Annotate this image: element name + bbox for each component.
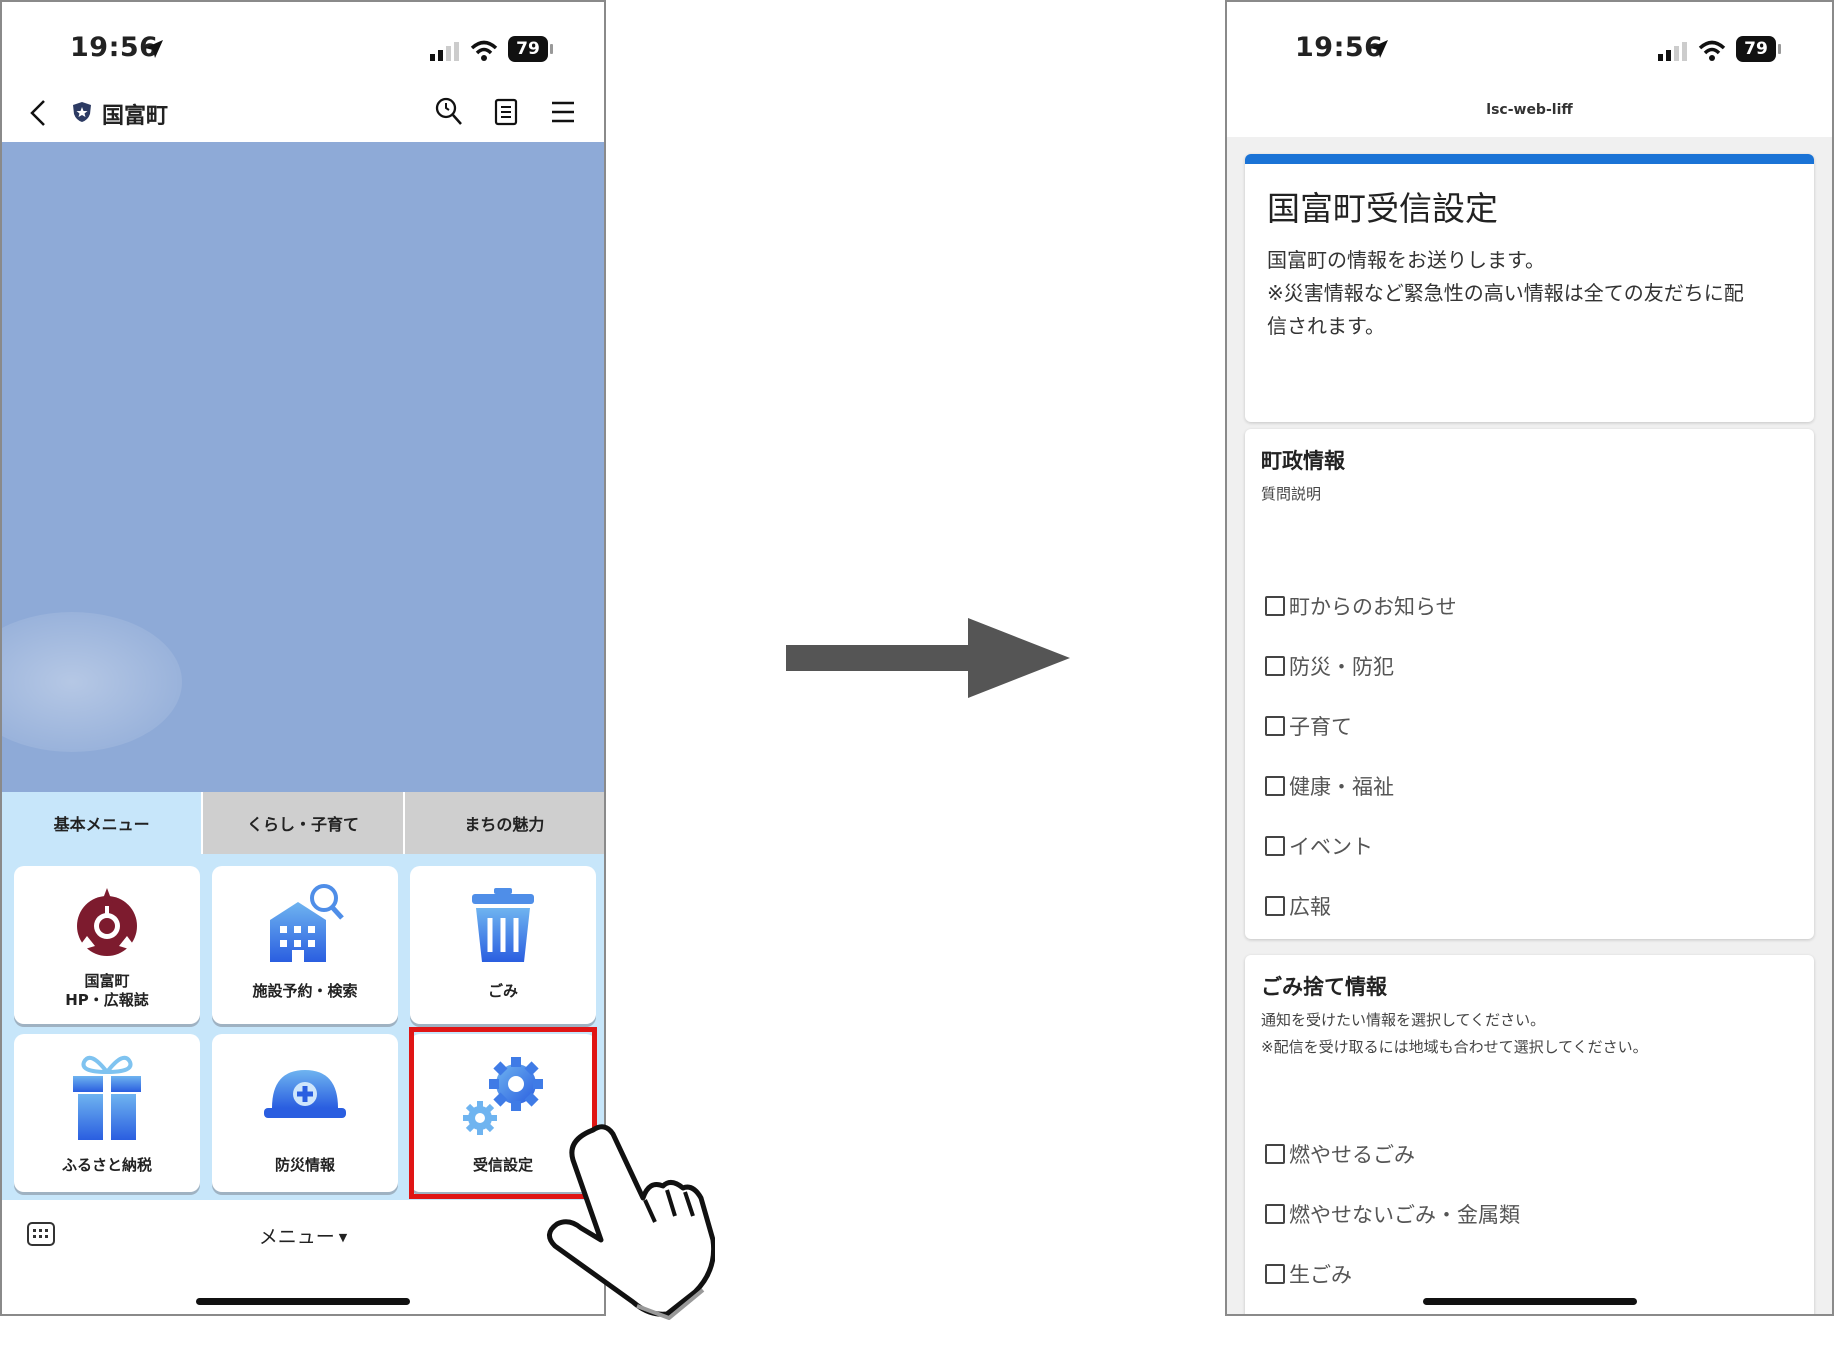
search-icon[interactable] (434, 96, 464, 128)
question-card-garbage: ごみ捨て情報 通知を受けたい情報を選択してください。 ※配信を受け取るには地域も… (1245, 955, 1814, 1314)
tab-town-charm[interactable]: まちの魅力 (402, 792, 604, 854)
tile-label-town: 国富町 (84, 972, 130, 990)
wifi-icon (1698, 40, 1726, 61)
checkbox[interactable] (1265, 776, 1285, 796)
status-bar-right: 19:56 79 (1227, 2, 1832, 97)
battery-icon: 79 (508, 36, 554, 66)
wifi-icon (470, 40, 498, 61)
tile-facility-booking[interactable]: 施設予約・検索 (212, 866, 398, 1024)
option-health-welfare[interactable]: 健康・福祉 (1265, 771, 1394, 801)
signal-icon (1658, 42, 1687, 61)
tile-garbage[interactable]: ごみ (410, 866, 596, 1024)
helmet-icon (264, 1070, 346, 1118)
option-label: 防災・防犯 (1289, 655, 1394, 679)
option-burnable[interactable]: 燃やせるごみ (1265, 1139, 1415, 1169)
checkbox[interactable] (1265, 596, 1285, 616)
menu-caret-icon: ▼ (338, 1231, 348, 1244)
rich-menu-tabs: 基本メニュー くらし・子育て まちの魅力 (2, 792, 604, 854)
tile-label-garbage: ごみ (487, 982, 518, 1000)
question-card-town-info: 町政情報 質問説明 町からのお知らせ 防災・防犯 子育て 健康・福祉 イベント … (1245, 429, 1814, 939)
tile-label-disaster: 防災情報 (274, 1156, 335, 1174)
chat-background (2, 142, 604, 792)
building-search-icon (270, 884, 344, 962)
tile-label-furusato: ふるさと納税 (61, 1156, 152, 1174)
town-emblem-icon (75, 888, 139, 956)
gift-icon (73, 1055, 141, 1140)
checkbox[interactable] (1265, 656, 1285, 676)
location-arrow-icon (145, 40, 163, 58)
option-childcare[interactable]: 子育て (1265, 711, 1352, 741)
chat-bottom-bar: メニュー ▼ (2, 1200, 604, 1314)
question-description: 通知を受けたい情報を選択してください。 ※配信を受け取るには地域も合わせて選択し… (1261, 1007, 1648, 1061)
hamburger-menu-icon[interactable] (550, 100, 576, 124)
option-label: 広報 (1289, 895, 1331, 919)
option-public-relations[interactable]: 広報 (1265, 891, 1331, 921)
form-body: 国富町受信設定 国富町の情報をお送りします。 ※災害情報など緊急性の高い情報は全… (1227, 137, 1832, 1314)
option-label: 子育て (1289, 715, 1352, 739)
option-label: 燃やせるごみ (1289, 1143, 1415, 1167)
tab-living-childcare[interactable]: くらし・子育て (201, 792, 403, 854)
form-title-card: 国富町受信設定 国富町の情報をお送りします。 ※災害情報など緊急性の高い情報は全… (1245, 154, 1814, 422)
battery-level: 79 (516, 39, 540, 59)
checkbox[interactable] (1265, 1204, 1285, 1224)
menu-toggle-label: メニュー (258, 1226, 335, 1248)
checkbox[interactable] (1265, 1144, 1285, 1164)
option-label: イベント (1289, 835, 1373, 859)
transition-arrow-icon (786, 618, 1070, 698)
checkbox[interactable] (1265, 716, 1285, 736)
liff-header-title: lsc-web-liff (1486, 102, 1573, 118)
home-indicator (1422, 1298, 1637, 1305)
back-chevron-icon[interactable] (28, 98, 48, 128)
checkbox[interactable] (1265, 896, 1285, 916)
option-label: 町からのお知らせ (1289, 595, 1457, 619)
form-desc-line: 信されます。 (1267, 314, 1385, 338)
option-town-news[interactable]: 町からのお知らせ (1265, 591, 1457, 621)
battery-level: 79 (1744, 39, 1768, 59)
signal-icon (430, 42, 459, 61)
notes-icon[interactable] (494, 98, 518, 126)
checkbox[interactable] (1265, 1264, 1285, 1284)
menu-toggle[interactable]: メニュー ▼ (2, 1222, 604, 1249)
option-food-waste[interactable]: 生ごみ (1265, 1259, 1352, 1289)
question-desc-line: 通知を受けたい情報を選択してください。 (1261, 1011, 1546, 1029)
option-label: 健康・福祉 (1289, 775, 1394, 799)
tile-furusato-tax[interactable]: ふるさと納税 (14, 1034, 200, 1192)
question-title: 町政情報 (1261, 449, 1345, 473)
tap-hand-icon (547, 1124, 715, 1320)
left-phone-screen: 19:56 79 国富町 基本メニュー くらし・子育て まちの魅力 国富町 HP… (0, 0, 606, 1316)
tab-basic-menu[interactable]: 基本メニュー (2, 792, 202, 854)
question-desc-line: ※配信を受け取るには地域も合わせて選択してください。 (1261, 1038, 1648, 1056)
checkbox[interactable] (1265, 836, 1285, 856)
form-description: 国富町の情報をお送りします。 ※災害情報など緊急性の高い情報は全ての友だちに配 … (1267, 244, 1792, 343)
question-description: 質問説明 (1261, 485, 1322, 503)
right-phone-screen: 19:56 79 lsc-web-liff 国富町受信設定 国富町の情報をお送り… (1225, 0, 1834, 1316)
question-title: ごみ捨て情報 (1261, 975, 1387, 999)
option-disaster-crime[interactable]: 防災・防犯 (1265, 651, 1394, 681)
option-label: 生ごみ (1289, 1263, 1352, 1287)
form-title: 国富町受信設定 (1267, 189, 1498, 228)
form-desc-line: ※災害情報など緊急性の高い情報は全ての友だちに配 (1267, 281, 1744, 305)
battery-icon: 79 (1736, 36, 1782, 66)
form-desc-line: 国富町の情報をお送りします。 (1267, 248, 1545, 272)
status-bar: 19:56 79 (2, 2, 604, 97)
home-indicator (196, 1298, 410, 1305)
account-name: 国富町 (102, 104, 169, 129)
tile-disaster-info[interactable]: 防災情報 (212, 1034, 398, 1192)
option-event[interactable]: イベント (1265, 831, 1373, 861)
trash-icon (472, 888, 534, 962)
tile-label-hp: HP・広報誌 (65, 991, 149, 1009)
location-arrow-icon (1370, 40, 1388, 58)
tile-town-hp[interactable]: 国富町 HP・広報誌 (14, 866, 200, 1024)
option-non-burnable[interactable]: 燃やせないごみ・金属類 (1265, 1199, 1520, 1229)
tile-label-facility: 施設予約・検索 (252, 982, 358, 1000)
option-label: 燃やせないごみ・金属類 (1289, 1203, 1520, 1227)
official-shield-icon (73, 102, 91, 122)
chat-header: 国富町 (2, 92, 604, 142)
